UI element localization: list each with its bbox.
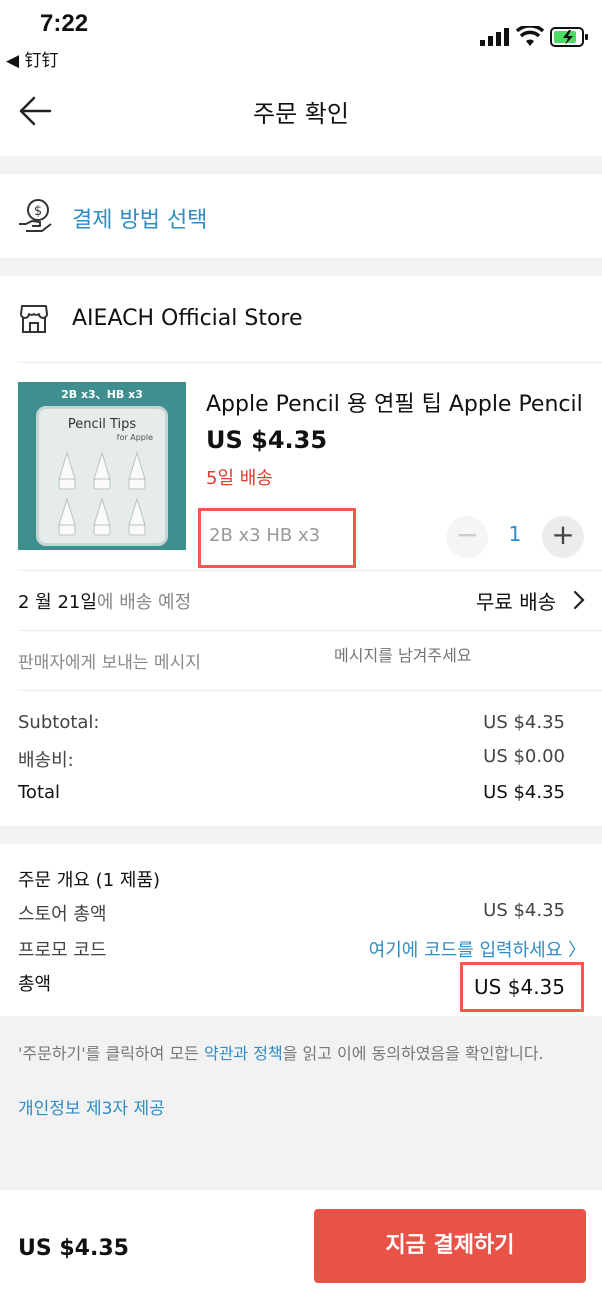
cellular-signal-icon [480,28,509,46]
checkout-footer: US $4.35 지금 결제하기 [0,1190,602,1306]
status-time: 7:22 [40,10,89,37]
promo-code-link[interactable]: 여기에 코드를 입력하세요 〉 [369,936,586,962]
payment-method-row[interactable]: $ 결제 방법 선택 [0,174,602,258]
grand-total-label: 총액 [18,974,52,995]
store-total-label: 스토어 총액 [18,904,107,925]
wifi-icon [516,26,544,46]
shipping-date-suffix: 에 배송 예정 [96,592,192,613]
product-title[interactable]: Apple Pencil 용 연필 팁 Apple Pencil [206,386,590,418]
order-overview-title: 주문 개요 (1 제품) [18,870,161,891]
delivery-time: 5일 배송 [206,468,273,489]
status-bar: 7:22 ◀ 钉钉 [0,0,602,80]
divider [18,362,602,363]
order-overview-section: 주문 개요 (1 제품) 스토어 총액 US $4.35 프로모 코드 여기에 … [0,844,602,1016]
shipping-fee-value: US $0.00 [483,746,565,767]
shipping-date: 2 월 21일 [18,592,97,613]
store-name[interactable]: AIEACH Official Store [72,306,303,331]
store-icon [20,305,48,333]
quantity-increase-button[interactable]: + [542,516,584,558]
seller-message-label: 판매자에게 보내는 메시지 [18,653,201,673]
battery-charging-icon [550,27,588,47]
quantity-decrease-button[interactable]: − [446,516,488,558]
product-image-badge: 2B x3、HB x3 [61,388,143,401]
terms-prefix: '주문하기'를 클릭하여 모든 [18,1044,204,1063]
product-image-subtitle: for Apple [116,433,153,442]
variant-highlight[interactable]: 2B x3 HB x3 [198,508,356,568]
total-value: US $4.35 [483,782,565,803]
divider [18,690,602,691]
terms-link[interactable]: 약관과 정책 [204,1044,283,1063]
subtotal-label: Subtotal: [18,712,100,733]
product-image-case: Pencil Tips for Apple [36,406,168,546]
privacy-link[interactable]: 개인정보 제3자 제공 [18,1094,165,1119]
terms-notice: '주문하기'를 클릭하여 모든 약관과 정책을 읽고 이에 동의하였음을 확인합… [18,1040,584,1068]
shipping-method[interactable]: 무료 배송 [476,586,556,615]
subtotal-value: US $4.35 [483,712,565,733]
chevron-right-icon[interactable] [572,590,586,610]
product-image[interactable]: 2B x3、HB x3 Pencil Tips for Apple [18,382,186,550]
page-header: 주문 확인 [0,80,602,156]
product-variant: 2B x3 HB x3 [209,525,321,546]
grand-total-value: US $4.35 [474,975,565,999]
pay-now-button[interactable]: 지금 결제하기 [314,1209,586,1283]
product-price: US $4.35 [206,426,328,454]
svg-text:$: $ [34,204,42,219]
shipping-fee-label: 배송비: [18,750,74,771]
shipping-eta: 2 월 21일에 배송 예정 [18,588,191,614]
seller-message-input[interactable] [334,646,584,665]
terms-suffix: 을 읽고 이에 동의하였음을 확인합니다. [282,1044,544,1063]
quantity-value: 1 [508,522,522,546]
grand-total-highlight: US $4.35 [460,962,584,1012]
footer-total-price: US $4.35 [18,1236,129,1261]
total-label: Total [18,782,61,803]
payment-hand-coin-icon: $ [19,199,52,232]
product-image-title: Pencil Tips [67,417,137,432]
store-total-value: US $4.35 [483,900,565,921]
page-title: 주문 확인 [253,100,349,128]
pencil-tips-illustration [58,451,146,536]
divider [18,570,602,571]
divider [18,630,602,631]
promo-code-label: 프로모 코드 [18,940,107,961]
back-to-app-link[interactable]: ◀ 钉钉 [6,46,58,71]
store-order-section: AIEACH Official Store 2B x3、HB x3 Pencil… [0,276,602,826]
payment-method-label: 결제 방법 선택 [72,208,208,233]
